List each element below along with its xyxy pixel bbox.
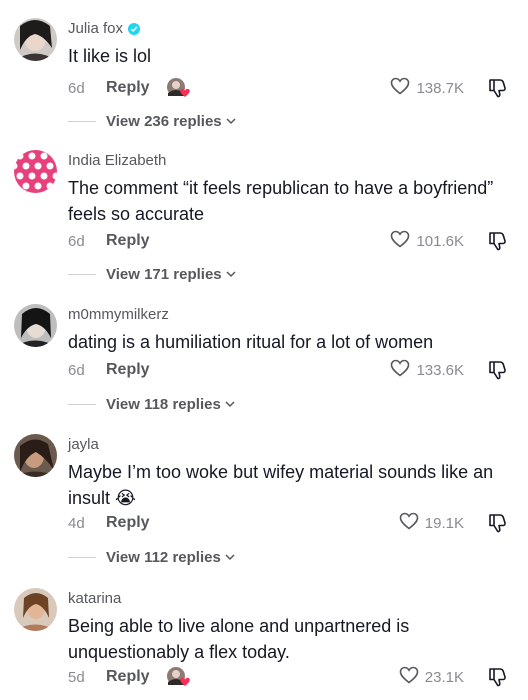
comment-text: Being able to live alone and unpartnered… <box>68 616 410 662</box>
avatar[interactable] <box>14 588 57 631</box>
comment-actions: 4d Reply 19.1K <box>68 512 508 534</box>
comment-text: It like is lol <box>68 46 152 66</box>
author-name[interactable]: jayla <box>68 436 99 453</box>
divider <box>68 120 96 122</box>
like-count: 19.1K <box>424 514 464 532</box>
like-control[interactable]: 19.1K <box>399 512 464 534</box>
comment-author[interactable]: India Elizabeth <box>68 152 166 169</box>
reply-button[interactable]: Reply <box>106 361 150 379</box>
comment-author[interactable]: jayla <box>68 436 99 453</box>
avatar[interactable] <box>14 304 57 347</box>
reply-button[interactable]: Reply <box>106 514 150 532</box>
dislike-icon[interactable] <box>486 359 508 381</box>
dislike-icon[interactable] <box>486 77 508 99</box>
like-count: 138.7K <box>416 79 464 97</box>
view-replies-button[interactable]: View 118 replies <box>68 394 236 414</box>
comment-author[interactable]: katarina <box>68 590 121 607</box>
chevron-down-icon <box>225 113 237 130</box>
comment-age: 6d <box>68 79 85 97</box>
comment-author[interactable]: Julia fox <box>68 20 141 37</box>
divider <box>68 403 96 405</box>
creator-liked-icon <box>166 666 192 688</box>
view-replies-button[interactable]: View 171 replies <box>68 264 237 284</box>
comment-text: Maybe I’m too woke but wifey material so… <box>68 459 498 511</box>
heart-icon[interactable] <box>390 230 410 252</box>
comment-age: 6d <box>68 361 85 379</box>
chevron-down-icon <box>224 549 236 566</box>
dislike-icon[interactable] <box>486 230 508 252</box>
author-name[interactable]: m0mmymilkerz <box>68 306 169 323</box>
author-name[interactable]: India Elizabeth <box>68 152 166 169</box>
comment-age: 6d <box>68 232 85 250</box>
reply-button[interactable]: Reply <box>106 232 150 250</box>
like-count: 133.6K <box>416 361 464 379</box>
like-count: 101.6K <box>416 232 464 250</box>
author-name[interactable]: Julia fox <box>68 20 123 37</box>
divider <box>68 556 96 558</box>
heart-icon[interactable] <box>390 359 410 381</box>
heart-icon[interactable] <box>399 666 419 688</box>
like-control[interactable]: 133.6K <box>390 359 464 381</box>
heart-icon[interactable] <box>399 512 419 534</box>
avatar[interactable] <box>14 434 57 477</box>
like-count: 23.1K <box>424 668 464 686</box>
author-name[interactable]: katarina <box>68 590 121 607</box>
dislike-icon[interactable] <box>486 512 508 534</box>
view-replies-label[interactable]: View 118 replies <box>106 396 221 413</box>
heart-icon[interactable] <box>390 77 410 99</box>
view-replies-label[interactable]: View 112 replies <box>106 549 221 566</box>
crying-face-emoji: 😭 <box>115 488 137 508</box>
comment-age: 5d <box>68 668 85 686</box>
view-replies-button[interactable]: View 236 replies <box>68 111 237 131</box>
divider <box>68 273 96 275</box>
like-control[interactable]: 101.6K <box>390 230 464 252</box>
avatar[interactable] <box>14 18 57 61</box>
view-replies-label[interactable]: View 236 replies <box>106 113 222 130</box>
comment-text: The comment “it feels republican to have… <box>68 178 494 224</box>
comment-text: dating is a humiliation ritual for a lot… <box>68 332 434 352</box>
comment-age: 4d <box>68 514 85 532</box>
comment-actions: 6d Reply 101.6K <box>68 230 508 252</box>
comment-author[interactable]: m0mmymilkerz <box>68 306 169 323</box>
avatar[interactable] <box>14 150 57 193</box>
creator-liked-icon <box>166 77 192 99</box>
verified-badge-icon <box>128 22 141 35</box>
like-control[interactable]: 138.7K <box>390 77 464 99</box>
reply-button[interactable]: Reply <box>106 79 150 97</box>
chevron-down-icon <box>225 266 237 283</box>
reply-button[interactable]: Reply <box>106 668 150 686</box>
dislike-icon[interactable] <box>486 666 508 688</box>
comment-actions: 6d Reply 133.6K <box>68 359 508 381</box>
like-control[interactable]: 23.1K <box>399 666 464 688</box>
comment-actions: 5d Reply 23.1K <box>68 666 508 688</box>
comment-actions: 6d Reply 138.7K <box>68 77 508 99</box>
chevron-down-icon <box>224 396 236 413</box>
view-replies-button[interactable]: View 112 replies <box>68 547 236 567</box>
view-replies-label[interactable]: View 171 replies <box>106 266 222 283</box>
